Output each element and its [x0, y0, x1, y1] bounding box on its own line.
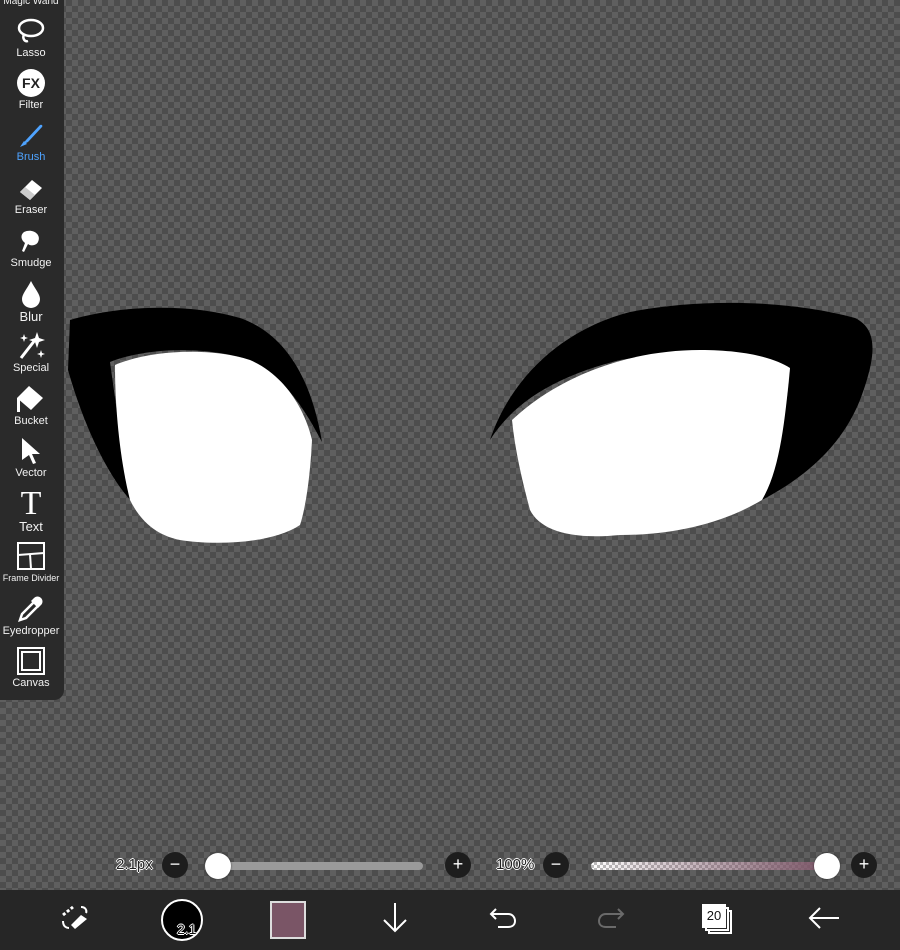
smudge-icon: [14, 225, 48, 257]
brush-size-minus-button[interactable]: −: [162, 852, 188, 878]
current-color-swatch: [270, 901, 306, 939]
layers-icon: 20: [702, 904, 734, 936]
brush-size-plus-button[interactable]: +: [445, 852, 471, 878]
tool-label: Brush: [16, 151, 46, 163]
brush-preview-circle: 2.1: [161, 899, 203, 941]
arrow-down-icon: [381, 901, 409, 940]
brush-settings-row: 2.1px − + 100% − +: [0, 848, 900, 884]
tool-label: Canvas: [12, 677, 50, 689]
tool-special[interactable]: Special: [0, 323, 62, 375]
tool-vector[interactable]: Vector: [0, 428, 62, 480]
arrow-left-icon: [807, 905, 841, 936]
brush-eraser-swap-button[interactable]: [55, 890, 95, 950]
tool-lasso[interactable]: Lasso: [0, 8, 62, 60]
layer-count: 20: [702, 904, 726, 928]
color-picker-button[interactable]: [268, 890, 308, 950]
canvas-icon: [14, 645, 48, 677]
bottom-action-bar: 2.1 20: [0, 890, 900, 950]
layers-button[interactable]: 20: [698, 890, 738, 950]
download-button[interactable]: [378, 890, 412, 950]
text-glyph: T: [20, 485, 42, 522]
brush-icon: [14, 119, 48, 151]
undo-icon: [488, 905, 518, 936]
tool-label: Filter: [18, 99, 44, 111]
undo-button[interactable]: [485, 890, 521, 950]
blur-drop-icon: [14, 278, 48, 310]
brush-size-preview-button[interactable]: 2.1: [160, 890, 204, 950]
cursor-arrow-icon: [14, 435, 48, 467]
tool-label: Frame Divider: [2, 573, 60, 583]
tool-label: Vector: [15, 467, 47, 479]
tool-magic-wand[interactable]: Magic Wand: [0, 0, 62, 8]
eraser-icon: [14, 172, 48, 204]
back-button[interactable]: [805, 890, 843, 950]
tool-label: Magic Wand: [3, 0, 59, 7]
tool-blur[interactable]: Blur: [0, 271, 62, 323]
fx-icon: FX: [14, 67, 48, 99]
tool-label: Lasso: [16, 47, 46, 59]
sparkle-icon: [14, 330, 48, 362]
opacity-minus-button[interactable]: −: [543, 852, 569, 878]
tool-bucket[interactable]: Bucket: [0, 376, 62, 428]
redo-icon: [596, 905, 626, 936]
tool-label: Special: [12, 362, 50, 374]
tool-filter[interactable]: FX Filter: [0, 60, 62, 112]
tool-label: Blur: [19, 309, 43, 324]
brush-size-slider-thumb[interactable]: [205, 853, 231, 879]
tool-canvas[interactable]: Canvas: [0, 638, 62, 690]
tool-text[interactable]: T Text: [0, 481, 62, 534]
brush-size-slider-track[interactable]: [218, 862, 423, 870]
fx-glyph: FX: [17, 69, 45, 97]
drawing-canvas[interactable]: [0, 0, 900, 850]
tool-label: Text: [19, 519, 43, 534]
text-t-icon: T: [14, 485, 48, 522]
opacity-slider-track[interactable]: [591, 862, 827, 870]
tool-brush[interactable]: Brush: [0, 112, 62, 164]
tool-label: Eyedropper: [2, 625, 60, 637]
tool-frame-divider[interactable]: Frame Divider: [0, 533, 62, 585]
opacity-plus-button[interactable]: +: [851, 852, 877, 878]
redo-button[interactable]: [593, 890, 629, 950]
tool-label: Bucket: [14, 415, 48, 427]
tool-palette: Magic Wand Lasso FX Filter Brush Eraser …: [0, 0, 64, 700]
brush-size-value: 2.1px: [116, 856, 153, 873]
opacity-value: 100%: [496, 856, 535, 873]
lasso-icon: [14, 15, 48, 47]
tool-label: Eraser: [14, 204, 48, 216]
opacity-slider-thumb[interactable]: [814, 853, 840, 879]
brush-preview-label: 2.1: [177, 921, 197, 937]
bucket-icon: [14, 383, 48, 415]
tool-eraser[interactable]: Eraser: [0, 165, 62, 217]
tool-eyedropper[interactable]: Eyedropper: [0, 586, 62, 638]
eyedropper-icon: [14, 593, 48, 625]
swap-brush-eraser-icon: [59, 903, 91, 938]
tool-smudge[interactable]: Smudge: [0, 218, 62, 270]
tool-label: Smudge: [10, 257, 52, 269]
frame-divider-icon: [14, 540, 48, 572]
